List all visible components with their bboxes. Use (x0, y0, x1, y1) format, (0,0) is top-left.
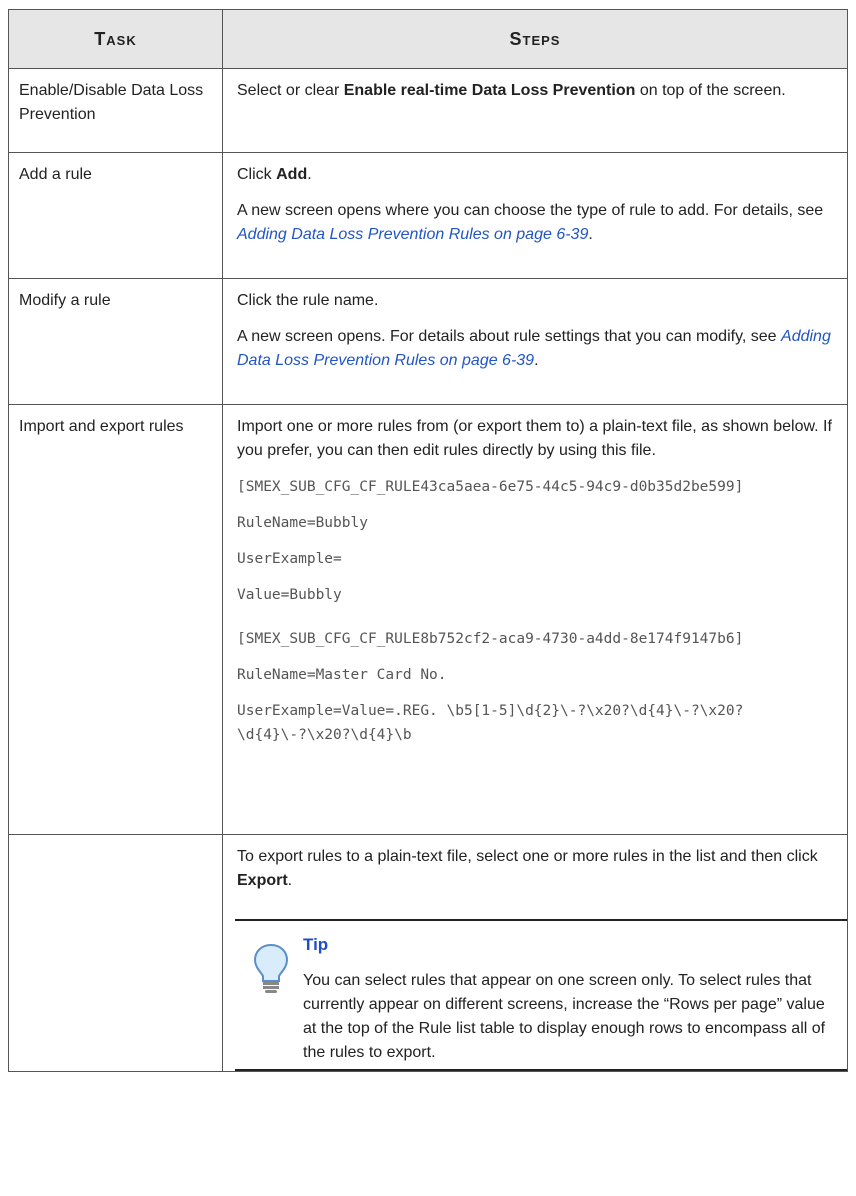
step-text: A new screen opens. For details about ru… (237, 325, 833, 373)
text: Select or clear (237, 82, 344, 99)
table-row: Enable/Disable Data Loss Prevention Sele… (8, 68, 848, 153)
table-row: Modify a rule Click the rule name. A new… (8, 278, 848, 405)
tip-content: Tip You can select rules that appear on … (303, 933, 831, 1065)
code-line: RuleName=Bubbly (237, 515, 368, 531)
steps-cell: To export rules to a plain-text file, se… (222, 834, 848, 1072)
code-line: UserExample=Value=.REG. \b5[1-5]\d{2}\-?… (237, 703, 744, 743)
text: . (287, 872, 293, 889)
step-text: Click Add. (237, 163, 833, 187)
text: . (307, 166, 312, 183)
header-steps: Steps (222, 9, 848, 69)
step-text: Import one or more rules from (or export… (237, 418, 832, 459)
step-text: To export rules to a plain-text file, se… (237, 845, 833, 893)
step-text: Click the rule name. (237, 292, 379, 309)
code-line: RuleName=Master Card No. (237, 667, 447, 683)
task-cell: Add a rule (8, 152, 223, 279)
tip-text: You can select rules that appear on one … (303, 972, 826, 1061)
table-row: Import and export rules Import one or mo… (8, 404, 848, 835)
cross-reference-link[interactable]: Adding Data Loss Prevention Rules on pag… (237, 226, 588, 243)
code-line: [SMEX_SUB_CFG_CF_RULE43ca5aea-6e75-44c5-… (237, 479, 744, 495)
text: A new screen opens where you can choose … (237, 202, 824, 219)
header-task: Task (8, 9, 223, 69)
task-cell (8, 834, 223, 1072)
code-line: UserExample= (237, 551, 342, 567)
tip-title: Tip (303, 935, 329, 954)
task-cell: Import and export rules (8, 404, 223, 835)
table-row: To export rules to a plain-text file, se… (8, 834, 848, 1072)
bold-text: Enable real-time Data Loss Prevention (343, 82, 636, 99)
task-cell: Modify a rule (8, 278, 223, 405)
code-line: Value=Bubbly (237, 587, 342, 603)
lightbulb-icon (253, 943, 289, 993)
tip-box: Tip You can select rules that appear on … (235, 919, 847, 1071)
steps-cell: Select or clear Enable real-time Data Lo… (222, 68, 848, 153)
steps-cell: Click Add. A new screen opens where you … (222, 152, 848, 279)
task-steps-table: Task Steps Enable/Disable Data Loss Prev… (8, 9, 848, 1072)
text: To export rules to a plain-text file, se… (237, 848, 818, 865)
text: . (588, 226, 593, 243)
text: A new screen opens. For details about ru… (237, 328, 782, 345)
step-text: Select or clear Enable real-time Data Lo… (237, 79, 833, 103)
step-text: A new screen opens where you can choose … (237, 199, 833, 247)
steps-cell: Click the rule name. A new screen opens.… (222, 278, 848, 405)
table-row: Add a rule Click Add. A new screen opens… (8, 152, 848, 279)
task-cell: Enable/Disable Data Loss Prevention (8, 68, 223, 153)
code-line: [SMEX_SUB_CFG_CF_RULE8b752cf2-aca9-4730-… (237, 631, 744, 647)
bold-text: Add (276, 166, 308, 183)
table-header-row: Task Steps (8, 9, 848, 69)
bold-text: Export (237, 872, 288, 889)
text: on top of the screen. (635, 82, 786, 99)
text: Click (237, 166, 277, 183)
steps-cell: Import one or more rules from (or export… (222, 404, 848, 835)
text: . (534, 352, 539, 369)
